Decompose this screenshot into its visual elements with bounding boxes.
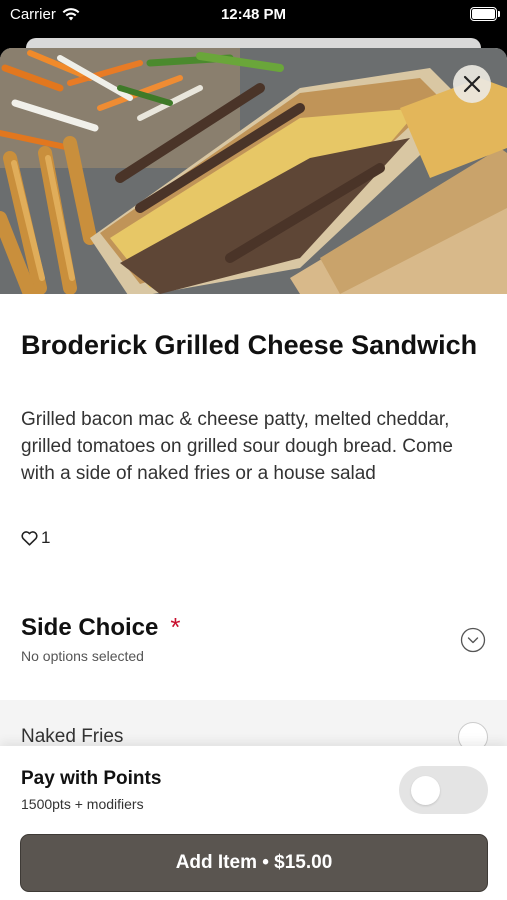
close-icon — [463, 75, 481, 93]
like-count: 1 — [41, 528, 51, 547]
pay-with-points-toggle[interactable] — [399, 766, 488, 814]
checkout-footer: Pay with Points 1500pts + modifiers Add … — [0, 746, 507, 900]
item-title: Broderick Grilled Cheese Sandwich — [21, 330, 478, 360]
toggle-knob — [411, 776, 440, 805]
side-choice-status: No options selected — [21, 648, 144, 664]
item-photo — [0, 48, 507, 294]
heart-icon — [21, 530, 38, 546]
status-time: 12:48 PM — [220, 6, 287, 23]
side-choice-header[interactable]: Side Choice * — [21, 612, 181, 643]
pay-with-points-title: Pay with Points — [21, 768, 162, 789]
like-button[interactable]: 1 — [21, 528, 50, 548]
status-bar: Carrier 12:48 PM — [0, 0, 507, 30]
battery-icon — [470, 7, 500, 21]
required-indicator: * — [170, 612, 181, 642]
close-button[interactable] — [453, 65, 491, 103]
item-detail-sheet: Broderick Grilled Cheese Sandwich Grille… — [0, 48, 507, 900]
pay-with-points-subtitle: 1500pts + modifiers — [21, 796, 144, 812]
option-label: Naked Fries — [21, 726, 124, 747]
chevron-down-icon[interactable] — [460, 627, 486, 653]
side-choice-title: Side Choice — [21, 613, 159, 641]
add-item-button[interactable]: Add Item • $15.00 — [20, 834, 488, 892]
item-description: Grilled bacon mac & cheese patty, melted… — [21, 409, 453, 484]
